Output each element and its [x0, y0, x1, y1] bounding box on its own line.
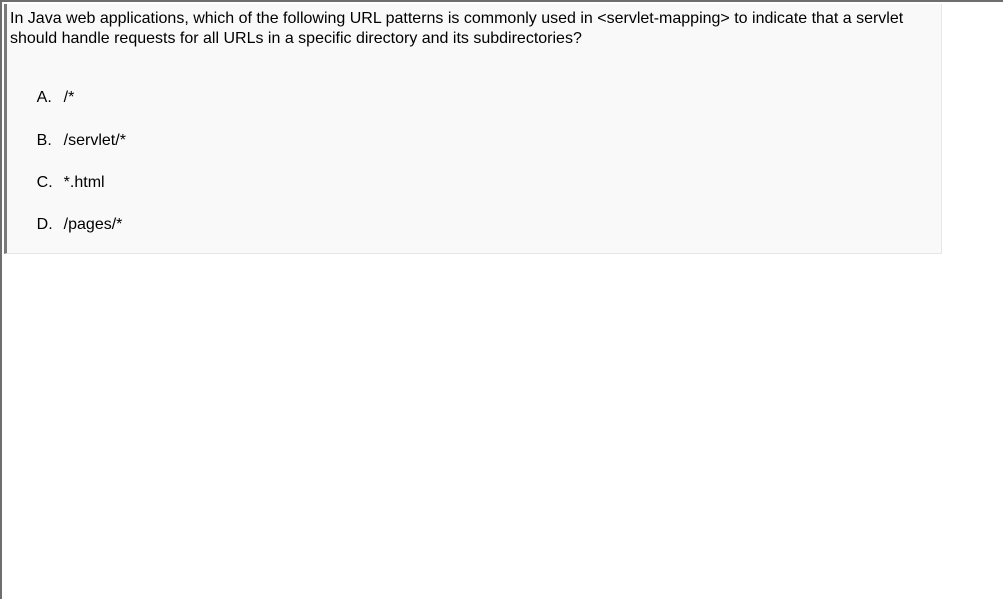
- window-frame: In Java web applications, which of the f…: [0, 0, 1003, 599]
- option-text: /pages/*: [63, 216, 123, 233]
- question-panel: In Java web applications, which of the f…: [4, 4, 942, 254]
- option-text: *.html: [63, 174, 105, 191]
- option-text: /*: [63, 89, 75, 106]
- option-letter: C.: [36, 174, 53, 191]
- option-letter: A.: [36, 89, 52, 106]
- option-text: /servlet/*: [63, 132, 126, 149]
- question-text: In Java web applications, which of the f…: [10, 10, 904, 47]
- option-letter: B.: [36, 132, 52, 149]
- option-letter: D.: [36, 216, 53, 233]
- option-d[interactable]: D. /pages/*: [10, 195, 123, 255]
